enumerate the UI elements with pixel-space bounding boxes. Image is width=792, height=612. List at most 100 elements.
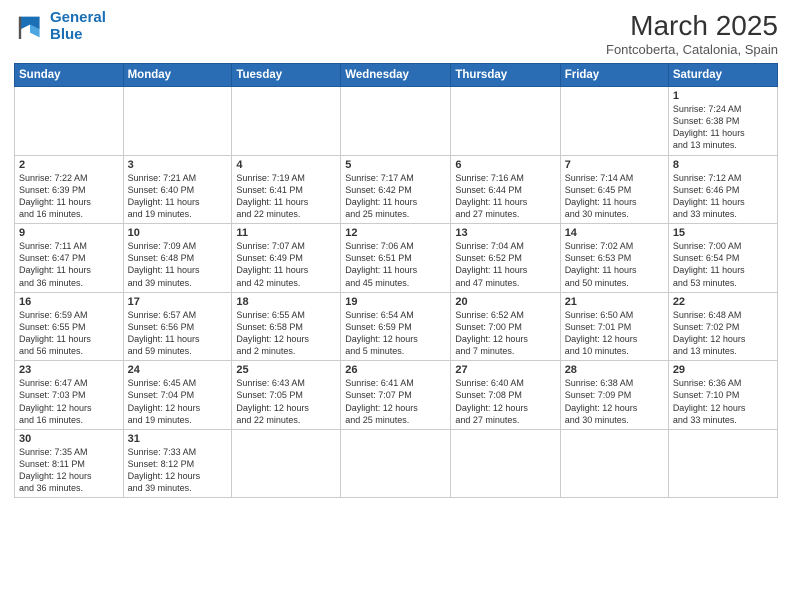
day-info: Sunrise: 6:47 AM Sunset: 7:03 PM Dayligh… [19,377,119,426]
day-info: Sunrise: 6:59 AM Sunset: 6:55 PM Dayligh… [19,309,119,358]
day-info: Sunrise: 7:06 AM Sunset: 6:51 PM Dayligh… [345,240,446,289]
day-info: Sunrise: 7:12 AM Sunset: 6:46 PM Dayligh… [673,172,773,221]
day-number: 2 [19,159,119,171]
day-info: Sunrise: 6:38 AM Sunset: 7:09 PM Dayligh… [565,377,664,426]
day-number: 16 [19,296,119,308]
calendar-cell: 25Sunrise: 6:43 AM Sunset: 7:05 PM Dayli… [232,361,341,430]
calendar-cell: 24Sunrise: 6:45 AM Sunset: 7:04 PM Dayli… [123,361,232,430]
day-number: 11 [236,227,336,239]
calendar-cell [451,429,560,498]
calendar-cell: 12Sunrise: 7:06 AM Sunset: 6:51 PM Dayli… [341,224,451,293]
month-year: March 2025 [606,10,778,42]
day-number: 25 [236,364,336,376]
logo-general: General [50,9,106,26]
calendar-cell: 15Sunrise: 7:00 AM Sunset: 6:54 PM Dayli… [668,224,777,293]
day-number: 10 [128,227,228,239]
day-info: Sunrise: 7:14 AM Sunset: 6:45 PM Dayligh… [565,172,664,221]
page: General Blue March 2025 Fontcoberta, Cat… [0,0,792,612]
day-info: Sunrise: 7:04 AM Sunset: 6:52 PM Dayligh… [455,240,555,289]
calendar-cell: 28Sunrise: 6:38 AM Sunset: 7:09 PM Dayli… [560,361,668,430]
day-number: 23 [19,364,119,376]
day-number: 12 [345,227,446,239]
day-number: 6 [455,159,555,171]
day-number: 15 [673,227,773,239]
calendar-cell: 11Sunrise: 7:07 AM Sunset: 6:49 PM Dayli… [232,224,341,293]
day-number: 30 [19,433,119,445]
day-info: Sunrise: 7:22 AM Sunset: 6:39 PM Dayligh… [19,172,119,221]
calendar-cell: 21Sunrise: 6:50 AM Sunset: 7:01 PM Dayli… [560,292,668,361]
title-block: March 2025 Fontcoberta, Catalonia, Spain [606,10,778,57]
calendar-cell: 31Sunrise: 7:33 AM Sunset: 8:12 PM Dayli… [123,429,232,498]
calendar-cell: 29Sunrise: 6:36 AM Sunset: 7:10 PM Dayli… [668,361,777,430]
day-number: 21 [565,296,664,308]
day-info: Sunrise: 7:33 AM Sunset: 8:12 PM Dayligh… [128,446,228,495]
day-number: 4 [236,159,336,171]
day-info: Sunrise: 6:55 AM Sunset: 6:58 PM Dayligh… [236,309,336,358]
col-wednesday: Wednesday [341,64,451,87]
calendar-cell: 10Sunrise: 7:09 AM Sunset: 6:48 PM Dayli… [123,224,232,293]
day-info: Sunrise: 6:41 AM Sunset: 7:07 PM Dayligh… [345,377,446,426]
day-number: 31 [128,433,228,445]
calendar-cell: 16Sunrise: 6:59 AM Sunset: 6:55 PM Dayli… [15,292,124,361]
calendar-week-row: 23Sunrise: 6:47 AM Sunset: 7:03 PM Dayli… [15,361,778,430]
calendar-week-row: 1Sunrise: 7:24 AM Sunset: 6:38 PM Daylig… [15,87,778,156]
day-number: 13 [455,227,555,239]
day-number: 17 [128,296,228,308]
calendar-cell [451,87,560,156]
calendar-cell: 22Sunrise: 6:48 AM Sunset: 7:02 PM Dayli… [668,292,777,361]
day-info: Sunrise: 6:50 AM Sunset: 7:01 PM Dayligh… [565,309,664,358]
day-info: Sunrise: 6:48 AM Sunset: 7:02 PM Dayligh… [673,309,773,358]
day-info: Sunrise: 6:54 AM Sunset: 6:59 PM Dayligh… [345,309,446,358]
day-number: 24 [128,364,228,376]
calendar-cell: 23Sunrise: 6:47 AM Sunset: 7:03 PM Dayli… [15,361,124,430]
day-info: Sunrise: 7:16 AM Sunset: 6:44 PM Dayligh… [455,172,555,221]
generalblue-logo-icon [14,13,46,41]
calendar-cell: 9Sunrise: 7:11 AM Sunset: 6:47 PM Daylig… [15,224,124,293]
calendar-cell [341,87,451,156]
calendar-cell: 30Sunrise: 7:35 AM Sunset: 8:11 PM Dayli… [15,429,124,498]
col-monday: Monday [123,64,232,87]
day-info: Sunrise: 7:07 AM Sunset: 6:49 PM Dayligh… [236,240,336,289]
calendar-cell: 8Sunrise: 7:12 AM Sunset: 6:46 PM Daylig… [668,155,777,224]
calendar-cell: 7Sunrise: 7:14 AM Sunset: 6:45 PM Daylig… [560,155,668,224]
day-number: 14 [565,227,664,239]
day-info: Sunrise: 7:11 AM Sunset: 6:47 PM Dayligh… [19,240,119,289]
calendar-header-row: Sunday Monday Tuesday Wednesday Thursday… [15,64,778,87]
day-info: Sunrise: 7:24 AM Sunset: 6:38 PM Dayligh… [673,103,773,152]
calendar-cell: 13Sunrise: 7:04 AM Sunset: 6:52 PM Dayli… [451,224,560,293]
calendar-table: Sunday Monday Tuesday Wednesday Thursday… [14,63,778,498]
day-info: Sunrise: 6:36 AM Sunset: 7:10 PM Dayligh… [673,377,773,426]
calendar-cell: 1Sunrise: 7:24 AM Sunset: 6:38 PM Daylig… [668,87,777,156]
day-info: Sunrise: 6:43 AM Sunset: 7:05 PM Dayligh… [236,377,336,426]
calendar-cell: 14Sunrise: 7:02 AM Sunset: 6:53 PM Dayli… [560,224,668,293]
calendar-cell: 26Sunrise: 6:41 AM Sunset: 7:07 PM Dayli… [341,361,451,430]
day-number: 22 [673,296,773,308]
calendar-cell [668,429,777,498]
calendar-week-row: 2Sunrise: 7:22 AM Sunset: 6:39 PM Daylig… [15,155,778,224]
calendar-week-row: 9Sunrise: 7:11 AM Sunset: 6:47 PM Daylig… [15,224,778,293]
day-number: 19 [345,296,446,308]
day-info: Sunrise: 7:17 AM Sunset: 6:42 PM Dayligh… [345,172,446,221]
calendar-cell: 19Sunrise: 6:54 AM Sunset: 6:59 PM Dayli… [341,292,451,361]
calendar-cell: 2Sunrise: 7:22 AM Sunset: 6:39 PM Daylig… [15,155,124,224]
calendar-cell [560,87,668,156]
col-sunday: Sunday [15,64,124,87]
calendar-cell [123,87,232,156]
calendar-cell: 20Sunrise: 6:52 AM Sunset: 7:00 PM Dayli… [451,292,560,361]
calendar-cell: 4Sunrise: 7:19 AM Sunset: 6:41 PM Daylig… [232,155,341,224]
col-tuesday: Tuesday [232,64,341,87]
day-number: 27 [455,364,555,376]
calendar-cell [560,429,668,498]
day-number: 26 [345,364,446,376]
day-info: Sunrise: 6:52 AM Sunset: 7:00 PM Dayligh… [455,309,555,358]
calendar-cell: 6Sunrise: 7:16 AM Sunset: 6:44 PM Daylig… [451,155,560,224]
day-number: 18 [236,296,336,308]
calendar-cell: 18Sunrise: 6:55 AM Sunset: 6:58 PM Dayli… [232,292,341,361]
calendar-cell: 3Sunrise: 7:21 AM Sunset: 6:40 PM Daylig… [123,155,232,224]
calendar-cell: 27Sunrise: 6:40 AM Sunset: 7:08 PM Dayli… [451,361,560,430]
day-info: Sunrise: 7:00 AM Sunset: 6:54 PM Dayligh… [673,240,773,289]
calendar-cell [341,429,451,498]
day-number: 29 [673,364,773,376]
calendar-cell [232,429,341,498]
day-number: 20 [455,296,555,308]
